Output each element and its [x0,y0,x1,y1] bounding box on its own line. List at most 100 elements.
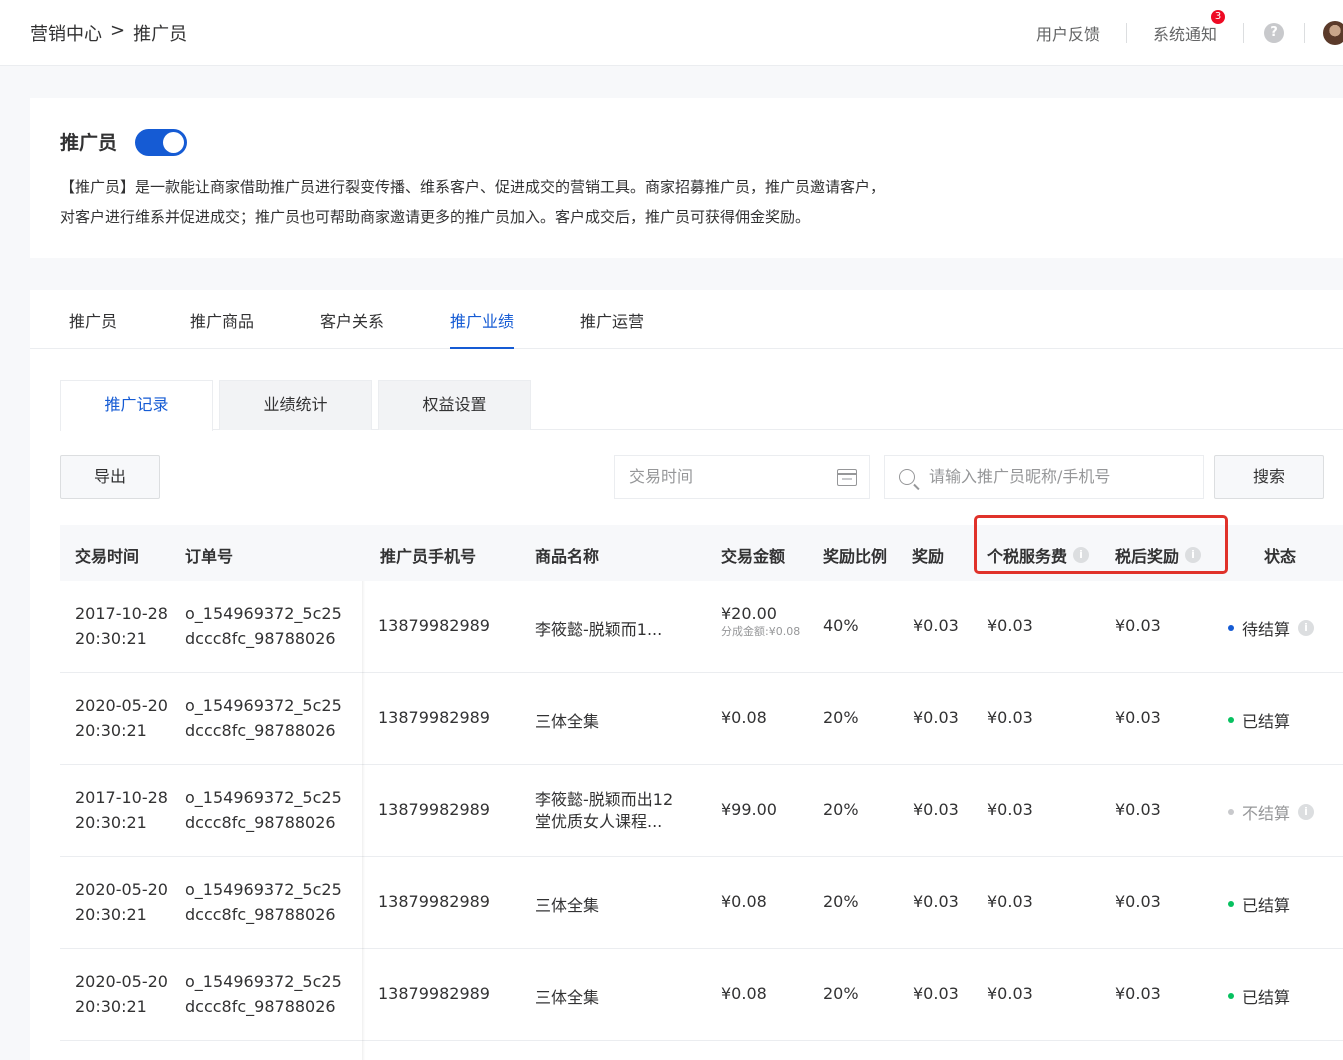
col-reward: 奖励 [912,547,945,566]
status-label: 已结算 [1242,988,1291,1007]
tab-customers[interactable]: 客户关系 [320,308,384,332]
cell-reward: ¥0.03 [913,616,959,635]
table-row: 2017-10-28 20:30:21 o_154969372_5c25 dccc8f… [60,765,1343,857]
col-ratio: 奖励比例 [823,547,888,566]
cell-trade-time: 2017-10-28 20:30:21 [75,785,168,835]
col-status: 状态 [1264,547,1297,566]
status-badge: 待结算 i [1228,616,1315,640]
tab-performance[interactable]: 推广业绩 [450,308,515,349]
fixed-column-shadow [362,581,365,1060]
tab-products[interactable]: 推广商品 [190,308,254,332]
search-placeholder: 请输入推广员昵称/手机号 [929,467,1111,486]
cell-product[interactable]: 三体全集 [535,708,599,732]
date-placeholder: 交易时间 [629,467,694,486]
enable-toggle[interactable] [135,129,187,156]
breadcrumb-item-marketing[interactable]: 营销中心 [30,20,102,46]
subtab-benefits[interactable]: 权益设置 [378,380,531,430]
trade-time: 20:30:21 [75,721,147,740]
notice-link[interactable]: 系统通知 3 [1127,10,1243,45]
divider [1243,23,1244,43]
status-label: 待结算 [1242,620,1291,639]
info-icon[interactable]: i [1298,804,1315,820]
toggle-knob [163,132,184,153]
cell-amount: ¥0.08 [721,708,767,727]
cell-order-no: o_154969372_5c25 dccc8fc_98788026 [185,877,342,927]
status-badge: 已结算 [1228,708,1290,732]
top-bar: 营销中心 > 推广员 用户反馈 系统通知 3 ? [0,0,1343,66]
tab-bar: 推广员 推广商品 客户关系 推广业绩 推广运营 [30,290,1343,349]
cell-after-tax: ¥0.03 [1115,616,1161,635]
tab-operations[interactable]: 推广运营 [580,308,644,332]
intro-desc-line: 【推广员】是一款能让商家借助推广员进行裂变传播、维系客户、促进成交的营销工具。商… [60,178,886,196]
cell-order-no: o_154969372_5c25 dccc8fc_98788026 [185,785,342,835]
subtab-records[interactable]: 推广记录 [60,380,213,431]
product-name-line: 李筱懿-脱颖而出12 [535,790,674,809]
col-product: 商品名称 [535,547,600,566]
trade-date: 2020-05-20 [75,696,168,715]
trade-time: 20:30:21 [75,813,147,832]
order-no-part: dccc8fc_98788026 [185,721,336,740]
status-label: 不结算 [1242,804,1291,823]
trade-date: 2020-05-20 [75,972,168,991]
order-no-part: o_154969372_5c25 [185,604,342,623]
notice-label: 系统通知 [1152,25,1217,44]
cell-after-tax: ¥0.03 [1115,708,1161,727]
help-icon[interactable]: ? [1264,23,1284,43]
cell-tax-fee: ¥0.03 [987,984,1033,1003]
cell-product[interactable]: 李筱懿-脱颖而1... [535,616,662,640]
status-dot [1228,993,1234,999]
date-range-picker[interactable]: 交易时间 [614,455,870,499]
intro-description: 【推广员】是一款能让商家借助推广员进行裂变传播、维系客户、促进成交的营销工具。商… [60,172,885,232]
cell-tax-fee: ¥0.03 [987,616,1033,635]
export-button[interactable]: 导出 [60,455,160,499]
amount-share: 分成金额:¥0.08 [721,625,801,638]
cell-product[interactable]: 三体全集 [535,892,599,916]
cell-ratio: 20% [823,708,859,727]
info-icon[interactable]: i [1298,620,1315,636]
status-dot [1228,809,1234,815]
trade-date: 2017-10-28 [75,604,168,623]
order-no-part: dccc8fc_98788026 [185,813,336,832]
amount-value: ¥20.00 [721,604,777,623]
cell-after-tax: ¥0.03 [1115,984,1161,1003]
col-phone: 推广员手机号 [380,547,477,566]
cell-amount: ¥0.08 [721,984,767,1003]
feedback-link[interactable]: 用户反馈 [1010,21,1126,45]
intro-card: 推广员 【推广员】是一款能让商家借助推广员进行裂变传播、维系客户、促进成交的营销… [30,98,1343,258]
table-row: 2020-05-20 20:30:21 o_154969372_5c25 dccc8f… [60,673,1343,765]
cell-product[interactable]: 三体全集 [535,984,599,1008]
cell-phone: 13879982989 [378,984,490,1003]
sub-tab-bar: 推广记录 业绩统计 权益设置 [60,380,1343,431]
cell-reward: ¥0.03 [913,892,959,911]
cell-product[interactable]: 李筱懿-脱颖而出12 堂优质女人课程... [535,789,673,833]
status-badge: 不结算 i [1228,800,1315,824]
search-input[interactable]: 请输入推广员昵称/手机号 [884,455,1204,499]
col-amount: 交易金额 [721,547,786,566]
cell-amount: ¥0.08 [721,892,767,911]
status-badge: 已结算 [1228,892,1290,916]
col-order-no: 订单号 [185,547,234,566]
table-row: 2020-05-20 20:30:21 o_154969372_5c25 dccc8f… [60,857,1343,949]
highlight-box [974,515,1228,574]
avatar[interactable] [1323,21,1343,45]
main-card: 推广员 推广商品 客户关系 推广业绩 推广运营 推广记录 业绩统计 权益设置 导… [30,290,1343,1060]
cell-phone: 13879982989 [378,616,490,635]
product-name-line: 堂优质女人课程... [535,812,663,831]
trade-date: 2017-10-28 [75,788,168,807]
trade-time: 20:30:21 [75,997,147,1016]
status-dot [1228,717,1234,723]
cell-trade-time: 2020-05-20 20:30:21 [75,877,168,927]
cell-ratio: 20% [823,984,859,1003]
order-no-part: o_154969372_5c25 [185,696,342,715]
table-row: 2020-05-20 20:30:21 o_154969372_5c25 dccc8f… [60,949,1343,1041]
subtab-statistics[interactable]: 业绩统计 [219,380,372,430]
cell-amount: ¥20.00 分成金额:¥0.08 [721,603,800,639]
intro-desc-line: 对客户进行维系并促进成交；推广员也可帮助商家邀请更多的推广员加入。客户成交后，推… [60,208,811,226]
cell-tax-fee: ¥0.03 [987,892,1033,911]
breadcrumb-separator: > [110,20,126,41]
cell-phone: 13879982989 [378,708,490,727]
trade-time: 20:30:21 [75,905,147,924]
tab-promoters[interactable]: 推广员 [69,308,117,332]
breadcrumb-item-current: 推广员 [133,24,188,45]
search-button[interactable]: 搜索 [1214,455,1324,499]
